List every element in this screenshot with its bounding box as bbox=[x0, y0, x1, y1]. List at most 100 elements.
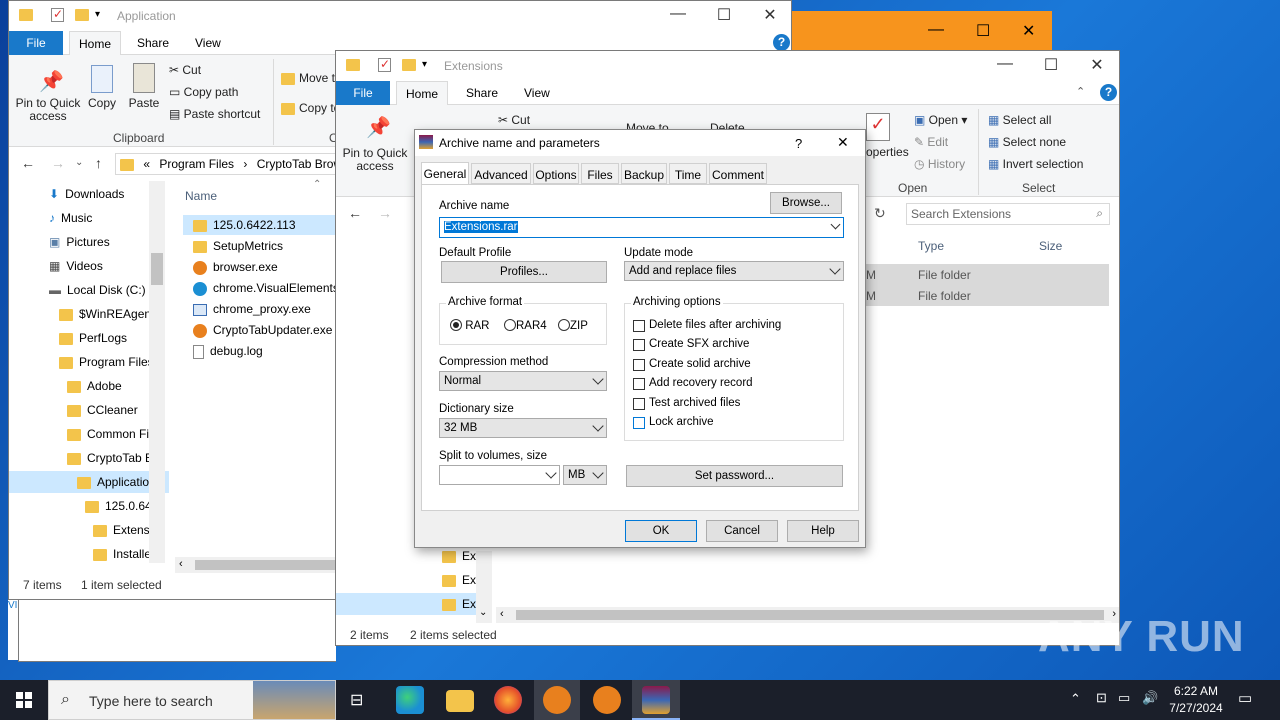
chevron-down-icon[interactable] bbox=[830, 219, 841, 230]
tree-item-ext-selected[interactable]: Ext bbox=[336, 593, 479, 615]
edit-button[interactable]: ✎ Edit bbox=[914, 135, 948, 149]
tab-file[interactable]: File bbox=[336, 81, 390, 105]
breadcrumb-overflow[interactable]: « bbox=[143, 157, 150, 171]
properties-quick-icon[interactable] bbox=[378, 57, 391, 72]
open-button[interactable]: ▣ Open ▾ bbox=[914, 113, 967, 127]
close-button[interactable]: ✕ bbox=[1022, 21, 1035, 41]
help-icon[interactable]: ? bbox=[773, 34, 790, 51]
paste-button[interactable]: Paste bbox=[127, 97, 161, 110]
help-icon[interactable]: ? bbox=[1100, 84, 1117, 101]
network-status-icon[interactable]: ▭ bbox=[1118, 690, 1130, 706]
copy-path-button[interactable]: ▭ Copy path bbox=[169, 85, 238, 99]
breadcrumb-separator[interactable]: › bbox=[243, 157, 247, 171]
tree-item-downloads[interactable]: ⬇ Downloads bbox=[49, 187, 124, 201]
tree-item-pictures[interactable]: ▣ Pictures bbox=[49, 235, 110, 249]
taskbar-search[interactable]: ⌕ Type here to search bbox=[48, 680, 336, 720]
tree-scrollbar[interactable]: ⌄ bbox=[476, 551, 492, 623]
archive-name-input[interactable]: Extensions.rar bbox=[439, 217, 844, 238]
tree-item-winreagent[interactable]: $WinREAgent bbox=[59, 307, 154, 321]
minimize-button[interactable]: — bbox=[655, 5, 701, 23]
properties-quick-icon[interactable] bbox=[51, 7, 64, 22]
notifications-icon[interactable]: ▭ bbox=[1238, 689, 1252, 707]
minimize-button[interactable]: — bbox=[928, 21, 944, 39]
close-button[interactable]: ✕ bbox=[747, 5, 791, 25]
tab-general[interactable]: General bbox=[421, 162, 469, 184]
invert-selection-button[interactable]: ▦ Invert selection bbox=[988, 157, 1083, 171]
address-bar[interactable]: « Program Files › CryptoTab Brows bbox=[115, 153, 355, 175]
tree-item-installer[interactable]: Installe bbox=[93, 547, 151, 561]
forward-icon[interactable]: → bbox=[51, 155, 65, 171]
pin-to-quick-access-button[interactable]: Pin to Quick access bbox=[13, 97, 83, 123]
column-header-size[interactable]: Size bbox=[1039, 239, 1062, 253]
table-row[interactable]: M File folder bbox=[866, 264, 1109, 285]
option-checkbox[interactable] bbox=[633, 320, 645, 332]
search-input[interactable]: Search Extensions ⌕ bbox=[906, 203, 1110, 225]
tab-share[interactable]: Share bbox=[137, 36, 169, 50]
cut-button[interactable]: ✂ Cut bbox=[498, 113, 530, 127]
properties-button[interactable]: operties bbox=[866, 145, 909, 159]
back-icon[interactable]: ← bbox=[21, 155, 35, 171]
column-header-name[interactable]: Name bbox=[185, 189, 217, 203]
tab-home[interactable]: Home bbox=[396, 81, 448, 106]
dialog-help-button[interactable]: ? bbox=[795, 136, 802, 151]
file-row[interactable]: debug.log bbox=[193, 344, 263, 359]
history-button[interactable]: ◷ History bbox=[914, 157, 965, 171]
column-header-type[interactable]: Type bbox=[918, 239, 944, 253]
maximize-button[interactable]: ☐ bbox=[976, 21, 990, 41]
copy-to-button[interactable]: Copy to bbox=[281, 101, 340, 115]
tree-item-ext[interactable]: Ext bbox=[442, 549, 479, 563]
winrar-icon[interactable] bbox=[642, 686, 670, 714]
format-rar-radio[interactable]: RAR bbox=[450, 319, 489, 332]
new-folder-quick-icon[interactable] bbox=[75, 9, 89, 21]
tab-advanced[interactable]: Advanced bbox=[471, 163, 531, 184]
tree-item-application[interactable]: Applicatio bbox=[9, 471, 169, 493]
tab-backup[interactable]: Backup bbox=[621, 163, 667, 184]
cryptotab-icon[interactable] bbox=[543, 686, 571, 714]
firefox-icon[interactable] bbox=[494, 686, 522, 714]
format-zip-radio[interactable]: ZIP bbox=[558, 319, 588, 332]
copy-button[interactable]: Copy bbox=[85, 97, 119, 110]
back-icon[interactable]: ← bbox=[348, 205, 362, 221]
edge-icon[interactable] bbox=[396, 686, 424, 714]
tree-item-videos[interactable]: ▦ Videos bbox=[49, 259, 103, 273]
tab-time[interactable]: Time bbox=[669, 163, 707, 184]
scroll-thumb[interactable] bbox=[516, 610, 1104, 620]
forward-icon[interactable]: → bbox=[378, 205, 392, 221]
browse-button[interactable]: Browse... bbox=[770, 192, 842, 214]
tab-view[interactable]: View bbox=[524, 86, 550, 100]
clock-date[interactable]: 7/27/2024 bbox=[1164, 701, 1228, 715]
tree-item-extensions[interactable]: Extensi bbox=[93, 523, 152, 537]
file-explorer-icon[interactable] bbox=[446, 690, 474, 712]
new-folder-quick-icon[interactable] bbox=[402, 59, 416, 71]
collapse-ribbon-icon[interactable]: ⌃ bbox=[1076, 85, 1085, 98]
dictionary-select[interactable]: 32 MB bbox=[439, 418, 607, 438]
scroll-thumb[interactable] bbox=[195, 560, 345, 570]
start-windows-icon[interactable] bbox=[16, 692, 32, 708]
tab-file[interactable]: File bbox=[9, 31, 63, 55]
tab-options[interactable]: Options bbox=[533, 163, 579, 184]
scroll-thumb[interactable] bbox=[151, 253, 163, 285]
tree-item-cryptotab[interactable]: CryptoTab B bbox=[67, 451, 153, 465]
tab-comment[interactable]: Comment bbox=[709, 163, 767, 184]
quick-access-dropdown-icon[interactable]: ▾ bbox=[422, 59, 427, 70]
scroll-down-icon[interactable]: ⌄ bbox=[479, 607, 487, 618]
cryptotab-icon[interactable] bbox=[593, 686, 621, 714]
dialog-close-button[interactable]: ✕ bbox=[837, 134, 849, 151]
tree-item-version[interactable]: 125.0.642 bbox=[85, 499, 158, 513]
tab-share[interactable]: Share bbox=[466, 86, 498, 100]
maximize-button[interactable]: ☐ bbox=[1028, 55, 1074, 75]
scroll-left-icon[interactable]: ‹ bbox=[179, 558, 183, 570]
table-row[interactable]: M File folder bbox=[866, 285, 1109, 306]
update-mode-select[interactable]: Add and replace files bbox=[624, 261, 844, 281]
format-rar4-radio[interactable]: RAR4 bbox=[504, 319, 547, 332]
option-checkbox-focused[interactable] bbox=[633, 417, 645, 429]
profiles-button[interactable]: Profiles... bbox=[441, 261, 607, 283]
horizontal-scrollbar[interactable]: ‹ › bbox=[496, 607, 1119, 623]
select-all-button[interactable]: ▦ Select all bbox=[988, 113, 1051, 127]
pin-to-quick-access-button[interactable]: Pin to Quick access bbox=[340, 147, 410, 173]
file-row[interactable]: browser.exe bbox=[193, 260, 278, 275]
select-none-button[interactable]: ▦ Select none bbox=[988, 135, 1066, 149]
tree-scrollbar[interactable] bbox=[149, 181, 165, 563]
maximize-button[interactable]: ☐ bbox=[701, 5, 747, 25]
tree-item-program-files[interactable]: Program Files bbox=[59, 355, 154, 369]
